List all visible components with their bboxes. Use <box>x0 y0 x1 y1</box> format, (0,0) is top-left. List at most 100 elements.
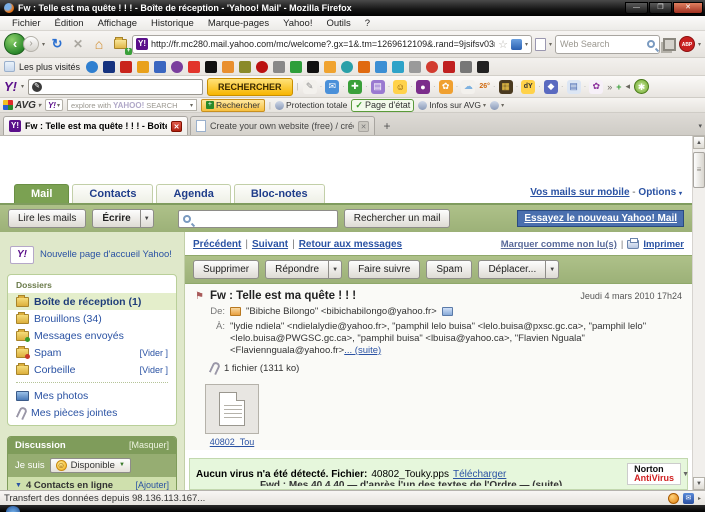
collapse-icon[interactable]: ◂ <box>626 81 631 92</box>
folder-sent[interactable]: Messages envoyés <box>8 327 176 344</box>
add-contact-link[interactable]: [Ajouter] <box>135 480 169 490</box>
bookmark-favicon-6[interactable] <box>188 61 200 73</box>
previous-link[interactable]: Précédent <box>193 239 241 250</box>
tab-bloc-notes[interactable]: Bloc-notes <box>234 184 325 203</box>
bookmark-favicon-5[interactable] <box>171 61 183 73</box>
mail-icon[interactable]: ✉ <box>325 80 339 94</box>
page-dropdown-icon[interactable]: ▾ <box>549 41 552 48</box>
empty-spam-link[interactable]: [Vider ] <box>140 348 168 358</box>
download-link[interactable]: Télécharger <box>453 469 506 480</box>
bookmark-favicon-10[interactable] <box>256 61 268 73</box>
forward-button[interactable]: Faire suivre <box>348 260 420 279</box>
tab-website-builder[interactable]: Create your own website (free) / créez..… <box>190 116 375 135</box>
attachment-name-link[interactable]: 40802_Tou <box>205 437 259 447</box>
collapse-contacts-icon[interactable]: ▼ <box>15 482 22 489</box>
tab-contacts[interactable]: Contacts <box>72 184 153 203</box>
tab-mail[interactable]: Mail <box>14 184 69 203</box>
menu-item-5[interactable]: Yahoo! <box>277 17 318 30</box>
folder-inbox[interactable]: Boîte de réception (1) <box>8 293 176 310</box>
mark-unread-link[interactable]: Marquer comme non lu(s) <box>501 239 617 250</box>
bookmark-favicon-1[interactable] <box>103 61 115 73</box>
messenger-status-icon[interactable]: ✉ <box>683 493 694 504</box>
attachment-thumbnail[interactable] <box>205 384 259 434</box>
add-icon[interactable]: ✚ <box>348 80 362 94</box>
adblock-dropdown-icon[interactable]: ▾ <box>698 41 701 48</box>
inner-scroll-down-icon[interactable]: ▼ <box>682 471 689 478</box>
bookmark-favicon-3[interactable] <box>137 61 149 73</box>
window-restore-icon[interactable] <box>663 38 676 51</box>
avg-dropdown-icon[interactable]: ▾ <box>38 102 41 109</box>
tab-agenda[interactable]: Agenda <box>156 184 230 203</box>
bookmark-favicon-14[interactable] <box>324 61 336 73</box>
status-expand-icon[interactable]: ▸ <box>698 495 701 502</box>
url-text[interactable]: http://fr.mc280.mail.yahoo.com/mc/welcom… <box>151 39 495 49</box>
bookmarks-icon[interactable]: ▤ <box>371 80 385 94</box>
new-page-icon[interactable] <box>535 38 546 51</box>
reply-button[interactable]: Répondre <box>265 260 329 279</box>
search-icon[interactable] <box>647 40 655 48</box>
answers-icon[interactable]: ✿ <box>439 80 453 94</box>
next-link[interactable]: Suivant <box>252 239 288 250</box>
home-button[interactable]: ⌂ <box>90 35 108 53</box>
toolbar-overflow-icon[interactable]: » <box>607 82 612 92</box>
my-attachments-link[interactable]: Mes pièces jointes <box>8 404 176 425</box>
avg-page-status-button[interactable]: ✓ Page d'état <box>351 99 414 112</box>
avg-extra-button[interactable]: ▾ <box>490 101 504 110</box>
show-more-recipients-link[interactable]: ... (suite) <box>344 345 381 356</box>
avg-search-dropdown-icon[interactable]: ▾ <box>190 102 193 109</box>
bookmark-favicon-17[interactable] <box>375 61 387 73</box>
bookmark-favicon-9[interactable] <box>239 61 251 73</box>
menu-item-2[interactable]: Affichage <box>92 17 143 30</box>
scrollbar-thumb[interactable] <box>693 152 705 188</box>
web-search-bar[interactable]: Web Search <box>555 35 660 54</box>
yahoo-logo[interactable]: Y! <box>4 79 17 94</box>
bookmark-folder-button[interactable]: + <box>111 35 129 53</box>
adblock-icon[interactable]: ABP <box>679 36 695 52</box>
start-orb-icon[interactable] <box>6 506 20 512</box>
menu-item-7[interactable]: ? <box>359 17 376 30</box>
folder-drafts[interactable]: Brouillons (34) <box>8 310 176 327</box>
refresh-button[interactable]: ↻ <box>48 35 66 53</box>
forward-button[interactable]: › <box>23 36 39 52</box>
messenger-smiley-icon[interactable]: ☺ <box>393 80 407 94</box>
menu-item-3[interactable]: Historique <box>145 17 200 30</box>
shield-icon[interactable]: ◆ <box>544 80 558 94</box>
move-dropdown-icon[interactable]: ▼ <box>546 260 559 279</box>
empty-trash-link[interactable]: [Vider ] <box>140 365 168 375</box>
scroll-up-icon[interactable]: ▲ <box>693 136 705 149</box>
mobile-mail-link[interactable]: Vos mails sur mobile <box>530 187 629 198</box>
add-app-icon[interactable]: + <box>616 82 621 92</box>
yahoo-search-input[interactable]: ✎ <box>28 79 203 95</box>
list-all-tabs-icon[interactable]: ▾ <box>698 122 702 130</box>
yahoo-search-button[interactable]: RECHERCHER <box>207 78 293 96</box>
menu-item-6[interactable]: Outils <box>320 17 356 30</box>
stop-button[interactable]: ✕ <box>69 35 87 53</box>
reply-dropdown-icon[interactable]: ▼ <box>329 260 342 279</box>
news-icon[interactable]: ▤ <box>567 80 581 94</box>
status-dropdown[interactable]: ☺ Disponible ▼ <box>50 458 131 473</box>
close-button[interactable]: ✕ <box>673 2 703 14</box>
avg-search-input[interactable]: explore with YAHOO! SEARCH ▾ <box>67 99 197 111</box>
write-button[interactable]: Écrire <box>92 209 140 228</box>
bookmark-favicon-22[interactable] <box>460 61 472 73</box>
folder-spam[interactable]: Spam [Vider ] <box>8 344 176 361</box>
back-to-messages-link[interactable]: Retour aux messages <box>299 239 402 250</box>
tab-yahoo-mail[interactable]: Y! Fw : Telle est ma quête ! ! ! - Boîte… <box>3 116 188 135</box>
weather-icon[interactable]: ☁ <box>461 80 475 94</box>
avg-yahoo-button[interactable]: Y! ▾ <box>45 99 63 111</box>
bookmark-favicon-21[interactable] <box>443 61 455 73</box>
write-dropdown-icon[interactable]: ▼ <box>141 209 154 228</box>
avg-protection-button[interactable]: Protection totale <box>275 100 347 110</box>
close-tab-icon[interactable]: ✕ <box>358 121 369 132</box>
vertical-scrollbar[interactable]: ▲ ▼ <box>692 136 705 490</box>
bookmark-star-icon[interactable]: ☆ <box>498 38 508 51</box>
spam-button[interactable]: Spam <box>426 260 472 279</box>
avg-status-icon[interactable] <box>668 493 679 504</box>
mail-search-input[interactable] <box>178 210 338 228</box>
bookmark-favicon-13[interactable] <box>307 61 319 73</box>
bookmark-favicon-23[interactable] <box>477 61 489 73</box>
options-link[interactable]: Options <box>638 187 676 198</box>
menu-item-1[interactable]: Édition <box>49 17 90 30</box>
maximize-button[interactable]: ❐ <box>649 2 672 14</box>
bookmark-favicon-15[interactable] <box>341 61 353 73</box>
